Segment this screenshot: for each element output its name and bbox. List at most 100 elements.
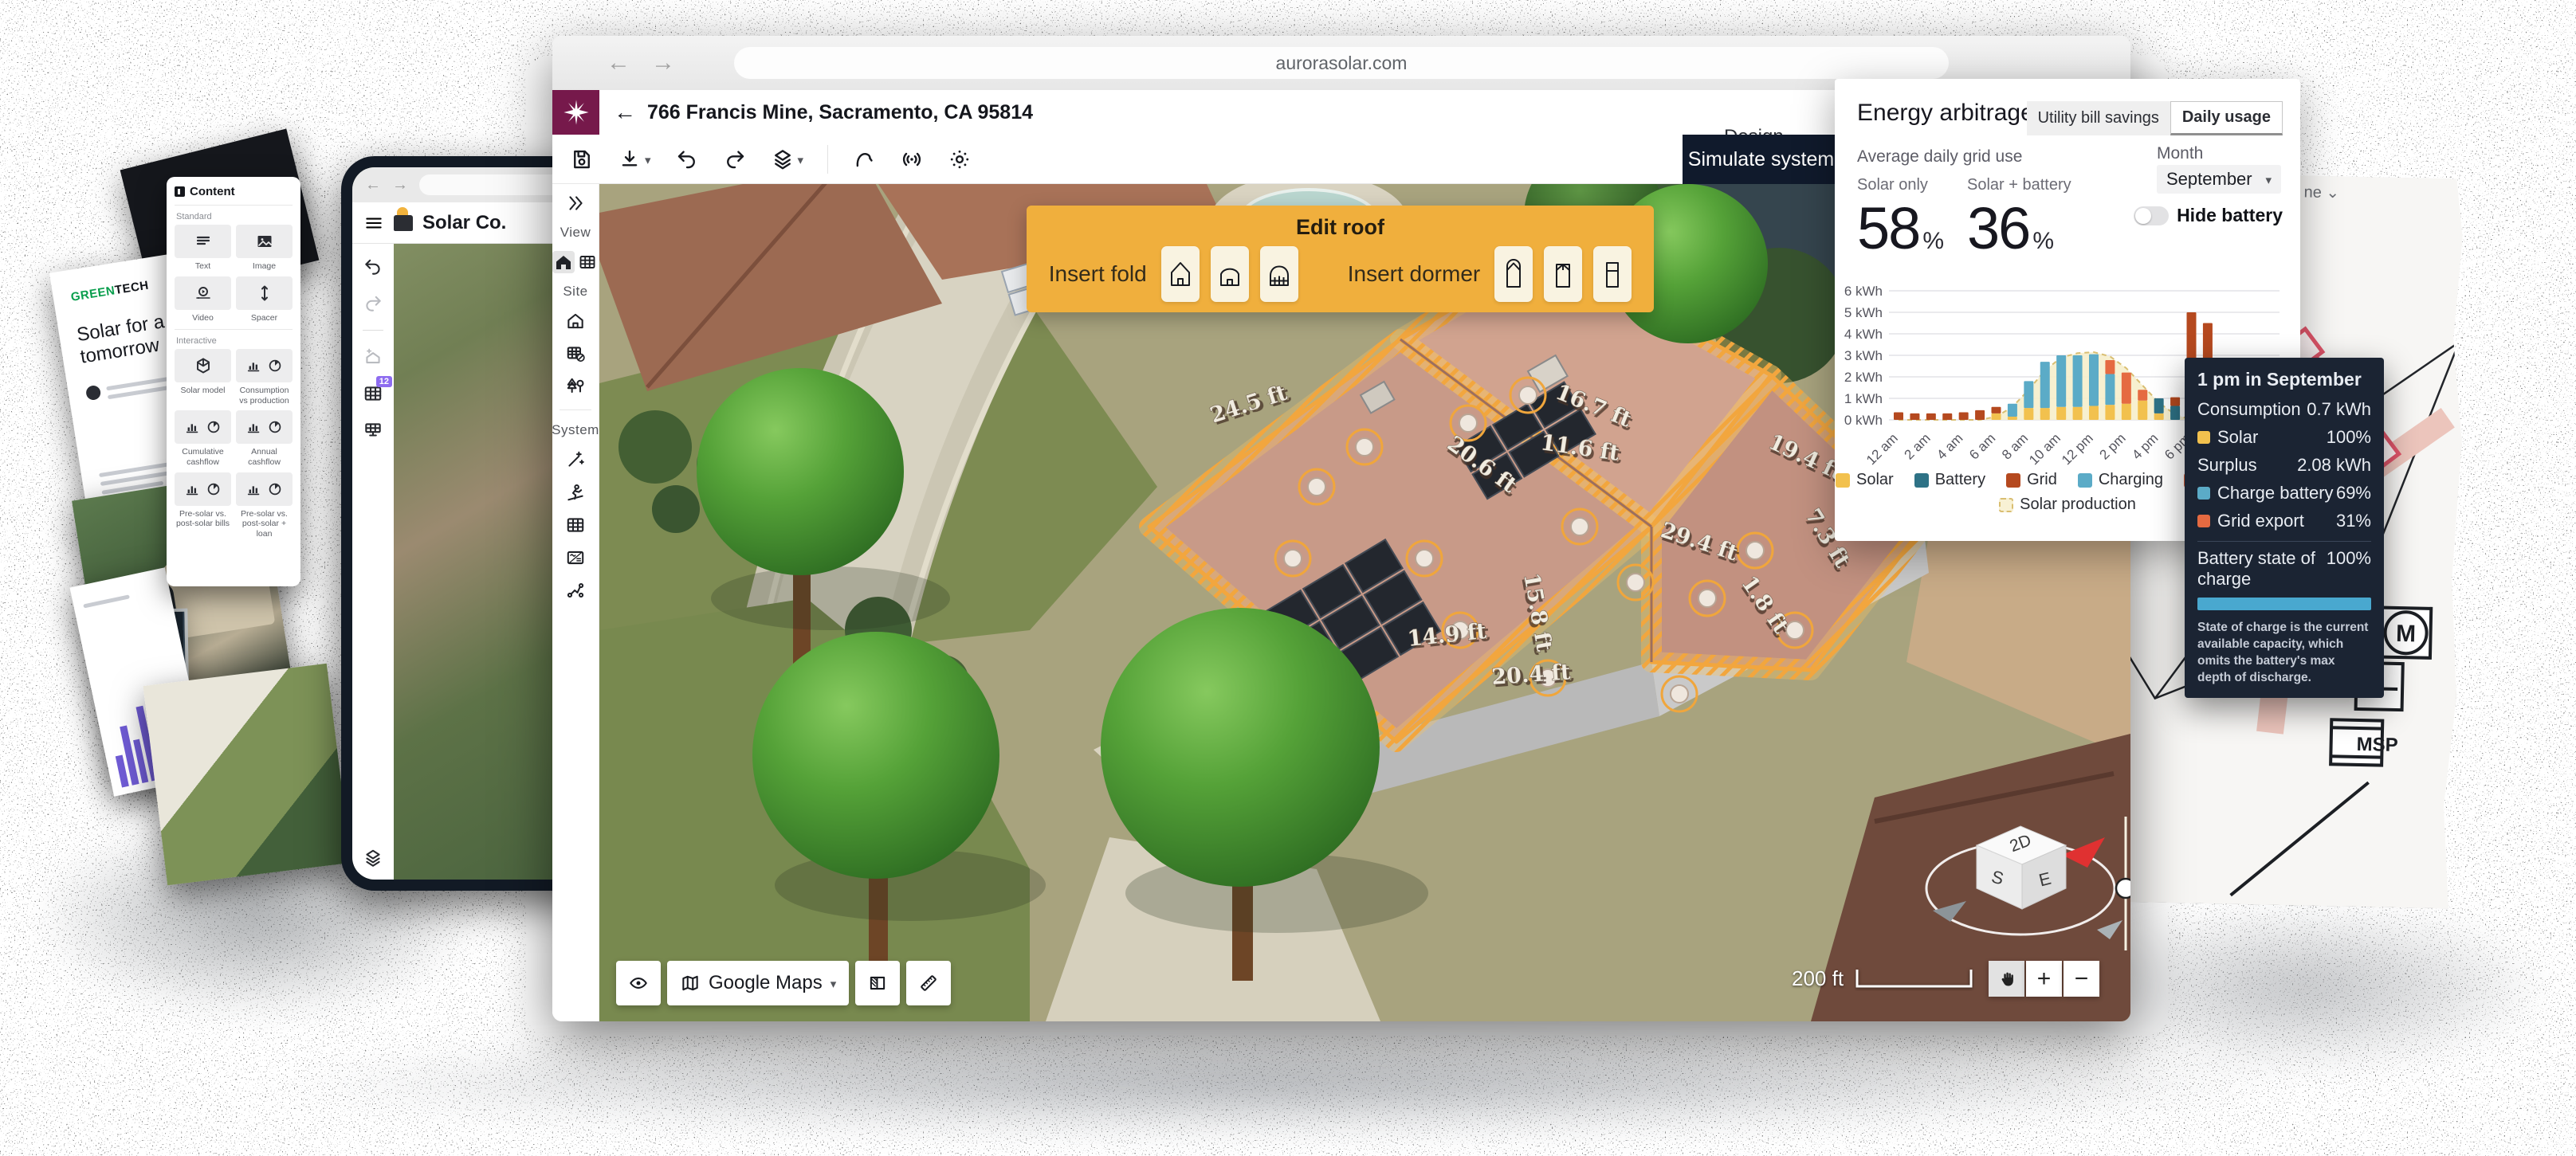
content-tile-video[interactable]: Video [175,276,231,323]
sun-icon[interactable] [948,147,972,171]
svg-text:2 am: 2 am [1902,430,1934,462]
svg-text:10 am: 10 am [2026,430,2064,468]
hide-battery-label: Hide battery [2177,205,2283,226]
layers-icon[interactable] [363,848,383,868]
ruler-icon [918,973,939,993]
content-tile-image[interactable]: Image [236,225,293,272]
content-tile-spacer[interactable]: Spacer [236,276,293,323]
svg-text:4 am: 4 am [1934,430,1965,462]
legend-production: Solar production [1999,496,2136,514]
browser-back-icon[interactable]: ← [607,49,630,76]
content-tile-cumulative-cashflow[interactable]: Cumulative cashflow [175,410,231,467]
content-tile-solar-model[interactable]: Solar model [175,349,231,406]
content-tile-pre-solar-vs-post-solar-bills[interactable]: Pre-solar vs. post-solar bills [175,472,231,539]
person-slope-icon[interactable] [564,481,587,504]
pan-tool-button[interactable] [1989,961,2024,997]
legend-grid: Grid [2006,471,2057,489]
content-tile-text[interactable]: Text [175,225,231,272]
export-icon[interactable]: ▾ [618,147,651,171]
content-tile-annual-cashflow[interactable]: Annual cashflow [236,410,293,467]
insert-fold-button-2[interactable] [1211,246,1249,302]
cropped-dropdown-fragment: ne ⌄ [2303,182,2339,202]
hand-icon [1997,969,2017,989]
menu-icon[interactable] [363,213,384,233]
table-icon[interactable] [564,514,587,536]
content-tile-consumption-vs-production[interactable]: Consumption vs production [236,349,293,406]
panel-tabs: Utility bill savingsDaily usage [2027,101,2283,135]
insert-dormer-button-3[interactable] [1593,246,1632,302]
insert-dormer-button-2[interactable] [1544,246,1582,302]
scale-bar [1855,967,1974,991]
tooltip-footnote: State of charge is the current available… [2197,620,2371,687]
content-tile-pre-solar-vs-post-solar-loan[interactable]: Pre-solar vs. post-solar + loan [236,472,293,539]
table-off-icon[interactable] [564,343,587,365]
edit-roof-toolbar: Edit roof Insert foldInsert dormer [1027,206,1654,312]
zoom-in-button[interactable]: + [2026,961,2062,997]
bar-8am-charging [2024,381,2033,408]
bar-6am-grid [1992,407,2001,413]
arc-tool-icon[interactable] [852,147,876,171]
content-logo-icon [175,186,185,197]
signal-icon[interactable] [900,147,924,171]
sidebar-section-view: View [560,225,591,241]
content-section-standard: Standard [176,212,291,221]
redo-icon[interactable] [723,147,747,171]
tooltip-row-charge-battery: Charge battery69% [2197,479,2371,507]
back-icon[interactable]: ← [365,176,381,194]
meter-symbol-label: M [2396,621,2417,648]
back-icon[interactable]: ← [614,100,636,125]
soc-progress-bar [2197,598,2371,610]
insert-dormer-label: Insert dormer [1348,261,1481,287]
save-icon[interactable] [570,147,594,171]
tab-utility-bill-savings[interactable]: Utility bill savings [2027,101,2170,135]
orientation-cube[interactable]: 2D S E [1909,809,2130,960]
forward-icon[interactable]: → [392,176,408,194]
trees-icon[interactable] [564,375,587,398]
content-section-interactive: Interactive [176,336,291,346]
visibility-button[interactable] [616,961,661,1005]
insert-fold-button-1[interactable] [1161,246,1200,302]
insert-fold-button-3[interactable] [1260,246,1298,302]
bar-5am-grid [1975,410,1985,420]
split-view-button[interactable] [855,961,900,1005]
legend-battery: Battery [1914,471,1985,489]
chevron-down-icon: ▾ [798,153,804,167]
bar-1pm-charging [2105,374,2115,405]
measure-button[interactable] [906,961,951,1005]
wand-icon[interactable] [564,449,587,471]
layers-icon[interactable]: ▾ [771,147,804,171]
bar-9am-charging [2040,362,2050,408]
browser-forward-icon[interactable]: → [651,49,675,76]
map-provider-select[interactable]: Google Maps ▾ [667,961,849,1005]
bar-3pm-export [2138,390,2147,401]
aurora-logo[interactable] [552,90,599,135]
soc-value: 100% [2327,548,2371,590]
map-controls: Google Maps ▾ [616,961,951,1005]
home-icon[interactable] [564,310,587,332]
svg-text:5 kWh: 5 kWh [1844,305,1883,320]
add-structure-icon[interactable] [363,347,383,367]
svg-text:6 am: 6 am [1966,430,1998,462]
simulate-system-button[interactable]: Simulate system [1683,135,1840,184]
bar-6am-solar [1992,413,2001,420]
tab-daily-usage[interactable]: Daily usage [2170,101,2283,135]
home-filled-icon[interactable] [552,251,575,273]
table-icon[interactable] [576,251,599,273]
hide-battery-toggle[interactable] [2134,206,2169,225]
svg-text:4 pm: 4 pm [2129,430,2161,462]
undo-icon[interactable] [363,257,383,277]
sidebar-section-system: System [552,422,599,438]
redo-icon[interactable] [363,293,383,314]
inverter-icon[interactable] [564,547,587,569]
insert-dormer-button-1[interactable] [1494,246,1533,302]
chevrons-right-icon[interactable] [564,192,587,214]
tilt-slider-knob[interactable] [2116,879,2130,898]
string-icon[interactable] [564,579,587,602]
zoom-out-button[interactable]: − [2064,961,2099,997]
month-select[interactable]: September▾ [2157,165,2281,194]
svg-text:12 pm: 12 pm [2059,430,2096,468]
url-bar[interactable]: aurorasolar.com [734,47,1949,79]
module-icon[interactable] [363,420,383,441]
undo-icon[interactable] [675,147,699,171]
chevron-down-icon: ▾ [645,153,651,167]
